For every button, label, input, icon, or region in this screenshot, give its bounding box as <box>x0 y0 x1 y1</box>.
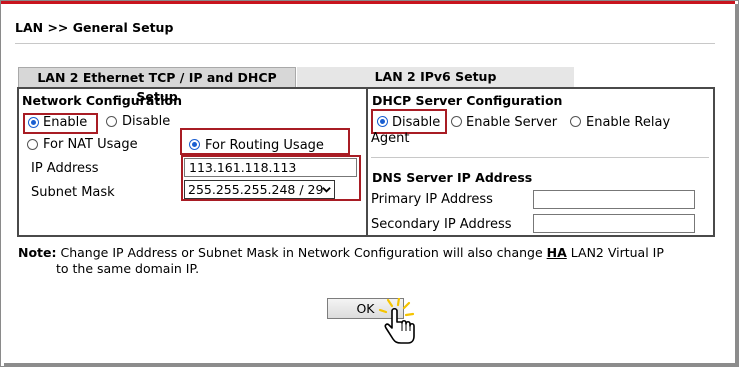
dhcp-dns-divider <box>371 157 709 158</box>
title-divider <box>15 43 715 44</box>
tab-ipv6-setup[interactable]: LAN 2 IPv6 Setup <box>297 67 574 87</box>
enable-label: Enable <box>43 115 88 130</box>
subnet-mask-label: Subnet Mask <box>31 185 115 200</box>
ip-address-label: IP Address <box>31 161 99 176</box>
dhcp-disable-label: Disable <box>392 115 441 130</box>
dhcp-config-title: DHCP Server Configuration <box>372 93 563 108</box>
hand-pointer-icon <box>378 298 415 344</box>
frame-shadow-bottom <box>4 363 739 367</box>
routing-usage-radio[interactable] <box>189 139 200 150</box>
panel-column-divider <box>366 89 368 236</box>
ha-link[interactable]: HA <box>547 245 567 260</box>
enable-relay-label-cont: Agent <box>371 131 410 146</box>
note-text-2: LAN2 Virtual IP <box>570 245 664 260</box>
secondary-ip-label: Secondary IP Address <box>371 217 512 232</box>
network-config-title: Network Configuration <box>22 93 182 108</box>
tab-ethernet-tcp-ip-dhcp[interactable]: LAN 2 Ethernet TCP / IP and DHCP Setup <box>18 67 296 104</box>
page-title: LAN >> General Setup <box>15 20 174 35</box>
dns-server-title: DNS Server IP Address <box>372 170 533 185</box>
dhcp-disable-radio[interactable] <box>377 116 388 127</box>
enable-relay-radio[interactable] <box>570 116 581 127</box>
note-text-1: Change IP Address or Subnet Mask in Netw… <box>60 245 543 260</box>
enable-radio[interactable] <box>28 117 39 128</box>
subnet-mask-value: 255.255.255.248 / 29 <box>188 182 324 197</box>
disable-label: Disable <box>122 114 171 129</box>
primary-ip-label: Primary IP Address <box>371 192 493 207</box>
ip-address-input[interactable]: 113.161.118.113 <box>184 158 357 177</box>
routing-usage-label: For Routing Usage <box>205 138 324 153</box>
primary-ip-input[interactable] <box>533 190 695 209</box>
enable-relay-label: Enable Relay <box>586 115 671 130</box>
note-text-3: to the same domain IP. <box>56 261 200 276</box>
note-prefix: Note: <box>18 245 57 260</box>
subnet-mask-select[interactable]: 255.255.255.248 / 29 <box>184 180 335 199</box>
nat-usage-label: For NAT Usage <box>43 137 138 152</box>
note-text: Note: Change IP Address or Subnet Mask i… <box>18 245 718 277</box>
chevron-down-icon <box>322 187 331 193</box>
enable-server-label: Enable Server <box>466 115 558 130</box>
nat-usage-radio[interactable] <box>27 139 38 150</box>
disable-radio[interactable] <box>106 116 117 127</box>
enable-server-radio[interactable] <box>451 116 462 127</box>
frame-shadow-right <box>735 4 739 367</box>
secondary-ip-input[interactable] <box>533 214 695 233</box>
